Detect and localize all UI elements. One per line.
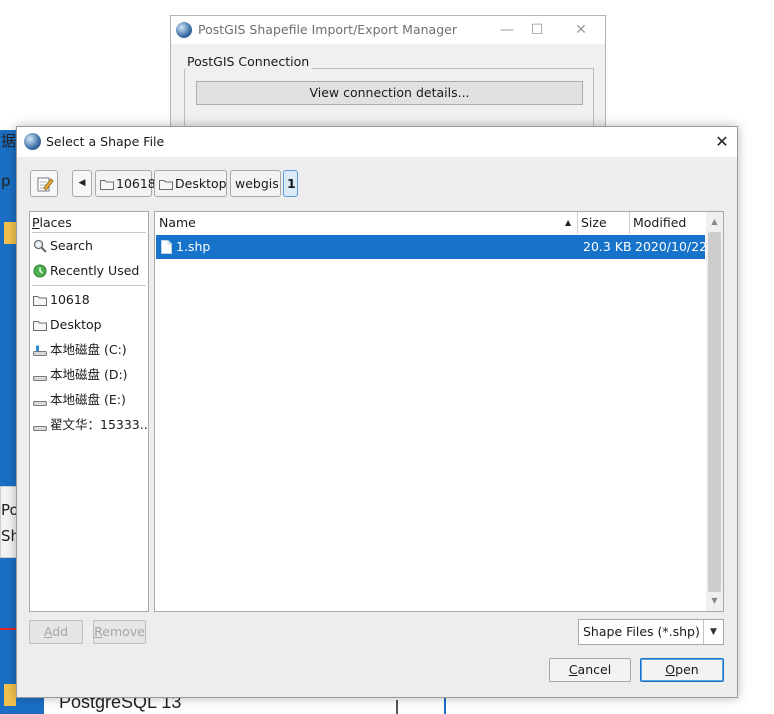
path-crumb-1[interactable]: 1 bbox=[283, 170, 298, 197]
dialog-title: Select a Shape File bbox=[46, 134, 165, 149]
file-modified: 2020/10/22 bbox=[635, 239, 708, 254]
file-name: 1.shp bbox=[176, 239, 211, 254]
file-row[interactable]: 1.shp 20.3 KB 2020/10/22 bbox=[156, 235, 708, 259]
background-glyph: 据 bbox=[1, 132, 17, 150]
folder-icon bbox=[159, 180, 173, 190]
connection-group-label: PostGIS Connection bbox=[184, 54, 313, 69]
scroll-down-icon[interactable]: ▼ bbox=[708, 594, 721, 608]
open-button[interactable]: Open bbox=[640, 658, 724, 682]
background-folder-tile bbox=[4, 222, 16, 244]
background-red-line bbox=[0, 628, 16, 630]
file-type-filter-value: Shape Files (*.shp) bbox=[583, 624, 700, 639]
places-header: Places bbox=[32, 215, 72, 230]
places-panel: Places Search Recently Used 10618 Deskto… bbox=[29, 211, 149, 612]
places-divider bbox=[32, 285, 146, 286]
back-window-title: PostGIS Shapefile Import/Export Manager bbox=[198, 22, 457, 37]
column-header-size[interactable]: Size bbox=[577, 212, 629, 234]
folder-icon bbox=[100, 180, 114, 190]
close-icon[interactable]: ✕ bbox=[711, 131, 733, 153]
file-icon bbox=[161, 240, 172, 254]
cancel-button[interactable]: Cancel bbox=[549, 658, 631, 682]
places-item-search[interactable]: Search bbox=[32, 235, 148, 257]
places-item-drive-d[interactable]: 本地磁盘 (D:) bbox=[32, 364, 148, 386]
drive-icon bbox=[33, 426, 47, 431]
path-crumb-webgis[interactable]: webgis bbox=[230, 170, 281, 197]
path-crumb-label: 1 bbox=[287, 176, 296, 191]
places-item-desktop[interactable]: Desktop bbox=[32, 314, 148, 336]
sort-ascending-icon: ▲ bbox=[565, 218, 572, 227]
minimize-icon[interactable]: — bbox=[497, 20, 517, 40]
places-divider bbox=[32, 232, 146, 233]
maximize-icon[interactable]: ☐ bbox=[527, 20, 547, 40]
view-connection-details-button[interactable]: View connection details... bbox=[196, 81, 583, 105]
background-divider bbox=[396, 700, 398, 714]
postgis-logo-icon bbox=[24, 133, 41, 150]
places-item-drive-c[interactable]: 本地磁盘 (C:) bbox=[32, 339, 148, 361]
places-item-network-drive[interactable]: 翟文华：15333... bbox=[32, 414, 148, 436]
recent-icon bbox=[33, 264, 47, 278]
places-item-drive-e[interactable]: 本地磁盘 (E:) bbox=[32, 389, 148, 411]
places-item-recently-used[interactable]: Recently Used bbox=[32, 260, 148, 282]
file-type-filter[interactable]: Shape Files (*.shp) ▼ bbox=[578, 619, 724, 645]
file-list-scrollbar[interactable]: ▲ ▼ bbox=[706, 212, 723, 611]
path-crumb-desktop[interactable]: Desktop bbox=[154, 170, 227, 197]
file-size: 20.3 KB bbox=[583, 239, 632, 254]
folder-icon bbox=[33, 321, 47, 331]
column-header-modified[interactable]: Modified bbox=[629, 212, 705, 234]
path-crumb-10618[interactable]: 10618 bbox=[95, 170, 156, 197]
type-location-button[interactable] bbox=[30, 170, 58, 197]
scroll-up-icon[interactable]: ▲ bbox=[708, 215, 721, 229]
background-folder-tile bbox=[4, 684, 16, 706]
background-glyph: p bbox=[1, 172, 11, 190]
folder-icon bbox=[33, 296, 47, 306]
drive-icon bbox=[33, 401, 47, 406]
drive-icon bbox=[33, 376, 47, 381]
path-crumb-label: 10618 bbox=[116, 176, 156, 191]
path-crumb-label: Desktop bbox=[175, 176, 227, 191]
add-button[interactable]: Add bbox=[29, 620, 83, 644]
dialog-titlebar: Select a Shape File ✕ bbox=[17, 127, 737, 157]
search-icon bbox=[33, 239, 47, 253]
places-item-10618[interactable]: 10618 bbox=[32, 289, 148, 311]
path-back-button[interactable]: ◀ bbox=[72, 170, 92, 197]
drive-icon bbox=[33, 345, 47, 356]
path-crumb-label: webgis bbox=[235, 176, 279, 191]
chevron-down-icon[interactable]: ▼ bbox=[703, 620, 723, 644]
select-shape-file-dialog: Select a Shape File ✕ ◀ 10618 Desktop we… bbox=[16, 126, 738, 698]
remove-button[interactable]: Remove bbox=[93, 620, 146, 644]
close-icon[interactable]: ✕ bbox=[571, 20, 591, 40]
postgis-logo-icon bbox=[176, 22, 192, 38]
scrollbar-thumb[interactable] bbox=[708, 232, 721, 592]
column-header-name[interactable]: Name bbox=[155, 212, 577, 234]
file-list: Name ▲ Size Modified 1.shp 20.3 KB 2020/… bbox=[154, 211, 724, 612]
postgis-manager-window: PostGIS Shapefile Import/Export Manager … bbox=[170, 15, 606, 127]
edit-pencil-icon bbox=[37, 177, 54, 192]
back-window-titlebar: PostGIS Shapefile Import/Export Manager … bbox=[171, 16, 605, 44]
